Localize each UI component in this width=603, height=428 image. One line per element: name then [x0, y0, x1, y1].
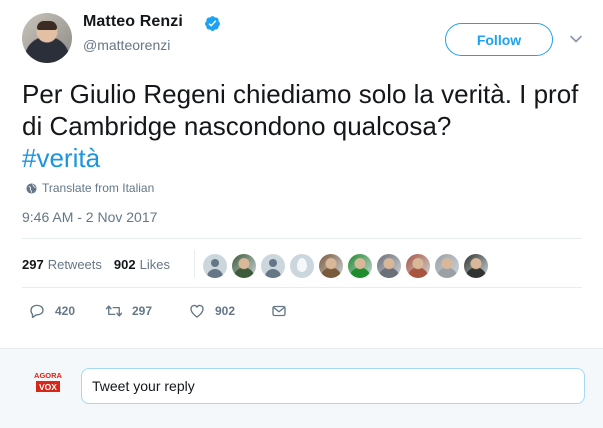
retweet-icon — [105, 305, 123, 317]
liker-avatar[interactable] — [348, 254, 372, 278]
tweet-text: Per Giulio Regeni chiediamo solo la veri… — [22, 78, 582, 174]
reply-count: 420 — [55, 304, 76, 318]
hashtag-link[interactable]: #verità — [22, 142, 582, 174]
tweet-stats: 297 Retweets 902 Likes — [22, 257, 182, 272]
tweet-timestamp[interactable]: 9:46 AM - 2 Nov 2017 — [22, 209, 157, 225]
translate-link[interactable]: Translate from Italian — [26, 181, 154, 195]
stats-separator — [194, 250, 195, 278]
current-user-avatar[interactable]: AGORA VOX — [33, 368, 63, 396]
author-screen-name[interactable]: @matteorenzi — [83, 37, 170, 53]
liker-avatar[interactable] — [232, 254, 256, 278]
author-display-name[interactable]: Matteo Renzi — [83, 13, 183, 31]
reply-button[interactable]: 420 — [28, 302, 105, 320]
avatar-text-top: AGORA — [34, 371, 63, 380]
divider — [22, 238, 582, 239]
avatar-text-bottom: VOX — [39, 382, 57, 392]
like-count: 902 — [215, 304, 236, 318]
liker-avatar[interactable] — [319, 254, 343, 278]
likes-label[interactable]: Likes — [140, 257, 170, 272]
verified-badge-icon — [205, 16, 220, 31]
divider — [22, 287, 582, 288]
liker-avatar[interactable] — [464, 254, 488, 278]
heart-icon — [190, 304, 204, 318]
envelope-icon — [272, 305, 286, 317]
retweet-button[interactable]: 297 — [105, 302, 188, 320]
likes-count[interactable]: 902 — [114, 257, 136, 272]
like-button[interactable]: 902 — [188, 302, 270, 320]
liker-avatar[interactable] — [261, 254, 285, 278]
direct-message-button[interactable] — [270, 302, 297, 320]
liker-avatar[interactable] — [435, 254, 459, 278]
translate-label: Translate from Italian — [42, 181, 155, 195]
tweet-card: Matteo Renzi @matteorenzi Follow Per Giu… — [0, 0, 603, 348]
follow-button[interactable]: Follow — [445, 23, 553, 56]
liker-avatar[interactable] — [377, 254, 401, 278]
action-bar: 420 297 902 — [28, 302, 297, 320]
reply-icon — [30, 304, 44, 319]
liker-avatar[interactable] — [203, 254, 227, 278]
tweet-body: Per Giulio Regeni chiediamo solo la veri… — [22, 79, 579, 141]
author-avatar[interactable] — [22, 13, 72, 63]
retweets-label[interactable]: Retweets — [48, 257, 102, 272]
liker-avatar[interactable] — [290, 254, 314, 278]
liker-avatar[interactable] — [406, 254, 430, 278]
retweet-count: 297 — [132, 304, 153, 318]
globe-icon — [26, 182, 37, 194]
reply-input[interactable] — [81, 368, 585, 404]
retweets-count[interactable]: 297 — [22, 257, 44, 272]
liker-avatars — [203, 254, 493, 278]
chevron-down-icon[interactable] — [568, 31, 584, 47]
